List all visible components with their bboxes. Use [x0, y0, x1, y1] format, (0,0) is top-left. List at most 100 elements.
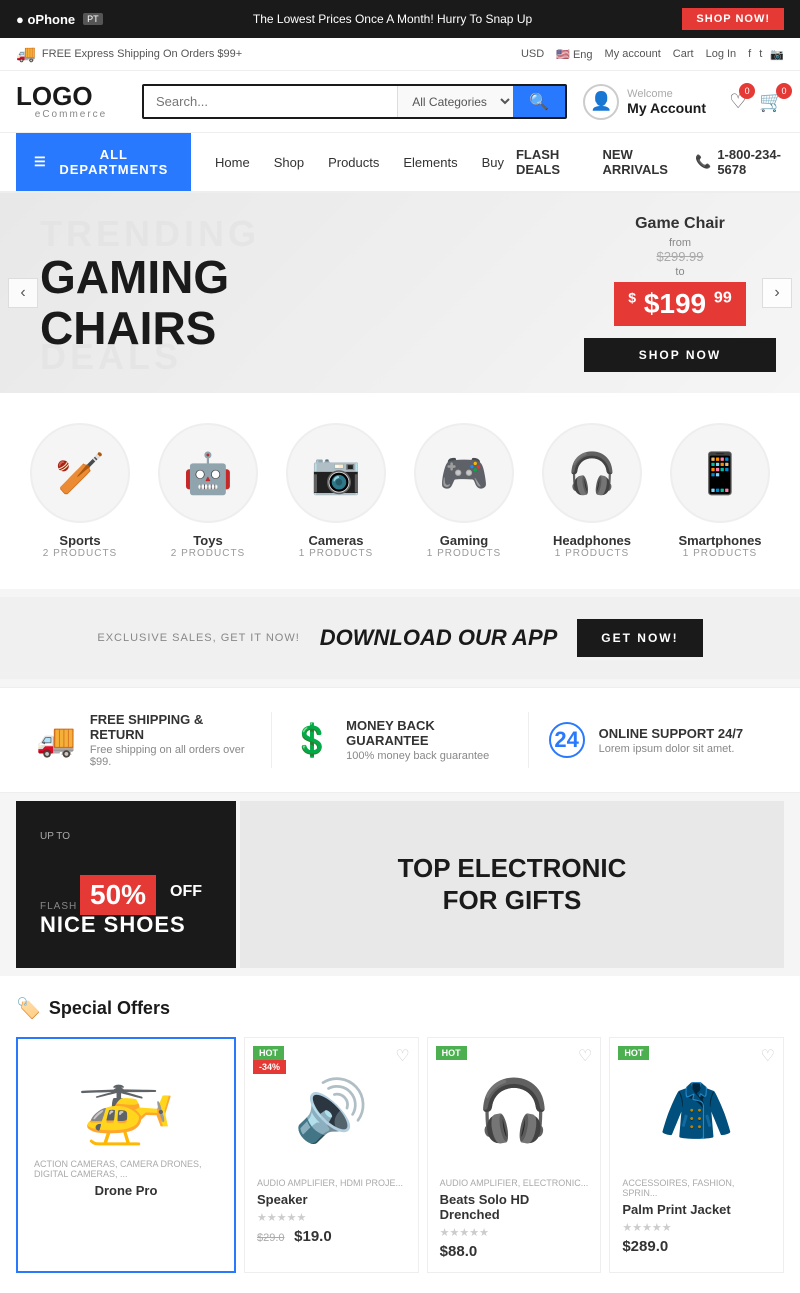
product-speaker-stars: ★★★★★ — [257, 1211, 406, 1224]
all-departments-button[interactable]: ☰ ALL DEPARTMENTS — [16, 133, 191, 191]
product-badge-hot-2: HOT — [436, 1046, 467, 1060]
nav-home[interactable]: Home — [203, 141, 262, 184]
category-gaming[interactable]: 🎮 Gaming 1 PRODUCTS — [414, 423, 514, 559]
wishlist-icon[interactable]: ♡ 0 — [729, 89, 747, 114]
moneyback-icon: 💲 — [292, 721, 332, 759]
category-sports[interactable]: 🏏 Sports 2 PRODUCTS — [30, 423, 130, 559]
search-button[interactable]: 🔍 — [513, 86, 565, 117]
account-name[interactable]: My Account — [627, 100, 706, 116]
hero-from-label: from — [584, 237, 776, 249]
featured-product-category: ACTION CAMERAS, CAMERA DRONES, DIGITAL C… — [34, 1159, 218, 1179]
category-smartphones-count: 1 PRODUCTS — [670, 548, 770, 559]
search-input[interactable] — [144, 86, 397, 117]
app-get-now-button[interactable]: GET NOW! — [577, 619, 702, 657]
featured-product-name: Drone Pro — [95, 1183, 158, 1198]
category-gaming-image: 🎮 — [414, 423, 514, 523]
product-speaker-price: $29.0 $19.0 — [257, 1228, 406, 1245]
wishlist-badge: 0 — [739, 83, 755, 99]
product-jacket-image: 🧥 — [622, 1050, 771, 1170]
hero-product-name: Game Chair — [584, 215, 776, 233]
feature-moneyback-desc: 100% money back guarantee — [346, 750, 507, 762]
product-jacket-stars: ★★★★★ — [622, 1221, 771, 1234]
support-icon: 24 — [549, 722, 585, 758]
feature-shipping-info: FREE SHIPPING & RETURN Free shipping on … — [90, 712, 251, 768]
nav-right: FLASH DEALS NEW ARRIVALS 📞 1-800-234-567… — [516, 147, 784, 177]
product-card-headphones: HOT ♡ 🎧 AUDIO AMPLIFIER, ELECTRONIC... B… — [427, 1037, 602, 1273]
hero-next-button[interactable]: › — [762, 278, 792, 308]
account-info: Welcome My Account — [627, 88, 706, 116]
hero-left: TRENDING GAMING CHAIRS DEALS — [0, 212, 560, 373]
product-badge-hot: HOT — [253, 1046, 284, 1060]
hero-prev-button[interactable]: ‹ — [8, 278, 38, 308]
utility-left: 🚚 FREE Express Shipping On Orders $99+ — [16, 44, 242, 64]
header-icons: ♡ 0 🛒 0 — [729, 89, 784, 114]
product-wishlist-icon-3[interactable]: ♡ — [761, 1046, 775, 1066]
hero-price-box: $ $199 99 — [614, 282, 745, 326]
feature-support-info: ONLINE SUPPORT 24/7 Lorem ipsum dolor si… — [599, 726, 743, 755]
top-banner: ● oPhone PT The Lowest Prices Once A Mon… — [0, 0, 800, 38]
category-toys[interactable]: 🤖 Toys 2 PRODUCTS — [158, 423, 258, 559]
category-headphones-count: 1 PRODUCTS — [542, 548, 642, 559]
search-bar: All Categories 🔍 — [142, 84, 567, 119]
search-category-select[interactable]: All Categories — [397, 86, 513, 117]
twitter-icon[interactable]: t — [759, 48, 762, 61]
product-card-jacket: HOT ♡ 🧥 ACCESSOIRES, FASHION, SPRIN... P… — [609, 1037, 784, 1273]
cart-link[interactable]: Cart — [673, 48, 694, 60]
feature-shipping: 🚚 FREE SHIPPING & RETURN Free shipping o… — [16, 712, 272, 768]
cart-badge: 0 — [776, 83, 792, 99]
category-cameras-count: 1 PRODUCTS — [286, 548, 386, 559]
instagram-icon[interactable]: 📷 — [770, 48, 784, 61]
shop-now-banner-button[interactable]: SHOP NOW! — [682, 8, 784, 30]
product-wishlist-icon[interactable]: ♡ — [395, 1046, 409, 1066]
offers-icon: 🏷️ — [16, 996, 41, 1021]
feature-moneyback-info: MONEY BACK GUARANTEE 100% money back gua… — [346, 718, 507, 762]
category-cameras[interactable]: 📷 Cameras 1 PRODUCTS — [286, 423, 386, 559]
my-account-link[interactable]: My account — [605, 48, 661, 60]
app-download-text: DOWNLOAD OUR APP — [320, 625, 558, 651]
main-nav: ☰ ALL DEPARTMENTS Home Shop Products Ele… — [0, 133, 800, 193]
language-selector[interactable]: 🇺🇸 Eng — [556, 48, 592, 61]
account-avatar: 👤 — [583, 84, 619, 120]
shipping-icon: 🚚 — [36, 721, 76, 759]
product-wishlist-icon-2[interactable]: ♡ — [578, 1046, 592, 1066]
product-headphones-stars: ★★★★★ — [440, 1226, 589, 1239]
nav-shop[interactable]: Shop — [262, 141, 316, 184]
special-offers-title: 🏷️ Special Offers — [16, 996, 784, 1021]
product-old-price: $29.0 — [257, 1232, 285, 1244]
new-arrivals-link[interactable]: NEW ARRIVALS — [602, 147, 679, 177]
hero-shop-now-button[interactable]: SHOP NOW — [584, 338, 776, 372]
currency-selector[interactable]: USD — [521, 48, 544, 60]
facebook-icon[interactable]: f — [748, 48, 751, 61]
top-banner-left: ● oPhone PT — [16, 12, 103, 27]
free-shipping-text: FREE Express Shipping On Orders $99+ — [42, 48, 242, 60]
app-banner: EXCLUSIVE SALES, GET IT NOW! DOWNLOAD OU… — [0, 597, 800, 679]
nav-buy[interactable]: Buy — [470, 141, 516, 184]
cart-icon[interactable]: 🛒 0 — [759, 89, 784, 114]
product-card-speaker: HOT -34% ♡ 🔊 AUDIO AMPLIFIER, HDMI PROJE… — [244, 1037, 419, 1273]
feature-support: 24 ONLINE SUPPORT 24/7 Lorem ipsum dolor… — [529, 712, 784, 768]
category-sports-count: 2 PRODUCTS — [30, 548, 130, 559]
feature-shipping-title: FREE SHIPPING & RETURN — [90, 712, 251, 742]
category-smartphones-image: 📱 — [670, 423, 770, 523]
product-headphones-category: AUDIO AMPLIFIER, ELECTRONIC... — [440, 1178, 589, 1188]
category-toys-count: 2 PRODUCTS — [158, 548, 258, 559]
flash-deals-link[interactable]: FLASH DEALS — [516, 147, 587, 177]
feature-shipping-desc: Free shipping on all orders over $99. — [90, 744, 251, 768]
logo-text: LOGO — [16, 83, 126, 109]
feature-moneyback-title: MONEY BACK GUARANTEE — [346, 718, 507, 748]
nav-elements[interactable]: Elements — [391, 141, 469, 184]
feature-support-desc: Lorem ipsum dolor sit amet. — [599, 743, 743, 755]
category-headphones[interactable]: 🎧 Headphones 1 PRODUCTS — [542, 423, 642, 559]
hero-trending-text: TRENDING — [40, 213, 260, 255]
category-toys-name: Toys — [158, 533, 258, 548]
log-in-link[interactable]: Log In — [706, 48, 737, 60]
app-exclusive-text: EXCLUSIVE SALES, GET IT NOW! — [97, 632, 299, 644]
promo-text: The Lowest Prices Once A Month! Hurry To… — [103, 12, 683, 26]
nav-links: Home Shop Products Elements Buy — [191, 141, 516, 184]
utility-bar: 🚚 FREE Express Shipping On Orders $99+ U… — [0, 38, 800, 71]
nav-products[interactable]: Products — [316, 141, 391, 184]
special-offers-section: 🏷️ Special Offers 🚁 ACTION CAMERAS, CAME… — [0, 976, 800, 1293]
ophone-logo: ● oPhone — [16, 12, 75, 27]
promo-product-name: NICE SHOES — [40, 912, 212, 938]
category-smartphones[interactable]: 📱 Smartphones 1 PRODUCTS — [670, 423, 770, 559]
